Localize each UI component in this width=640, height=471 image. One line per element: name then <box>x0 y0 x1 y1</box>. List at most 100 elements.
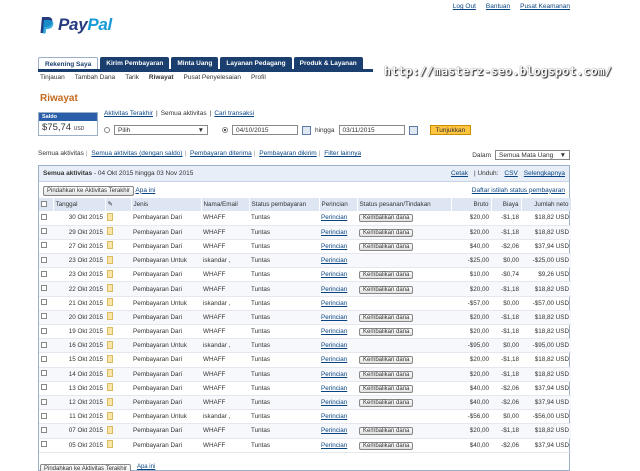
refund-button[interactable]: Kembalikan dana <box>359 370 414 379</box>
type-select[interactable]: Pilih ▼ <box>114 125 208 135</box>
refund-button[interactable]: Kembalikan dana <box>359 399 414 408</box>
detail-link[interactable]: Perincian <box>321 257 347 264</box>
date-from-input[interactable]: 04/10/2015 <box>232 125 298 135</box>
row-checkbox[interactable] <box>41 341 47 348</box>
subnav-resolution-center[interactable]: Pusat Penyelesaian <box>184 74 241 81</box>
table-row[interactable]: 07 Okt 2015 Pembayaran Dari WHAFF Tuntas Per… <box>39 423 571 439</box>
detail-link[interactable]: Perincian <box>321 328 347 335</box>
move-to-recent-button[interactable]: Pindahkan ke Aktivitas Terakhir <box>43 185 134 196</box>
detail-link[interactable]: Perincian <box>321 300 347 307</box>
row-checkbox[interactable] <box>41 285 47 292</box>
refund-button[interactable]: Kembalikan dana <box>359 313 414 322</box>
table-row[interactable]: 27 Okt 2015 Pembayaran Dari WHAFF Tuntas Per… <box>39 239 571 255</box>
table-row[interactable]: 11 Okt 2015 Pembayaran Untuk iskandar , Tun… <box>39 409 571 425</box>
row-checkbox[interactable] <box>41 299 47 306</box>
detail-link[interactable]: Perincian <box>321 399 347 406</box>
refund-button[interactable]: Kembalikan dana <box>359 285 414 294</box>
row-checkbox[interactable] <box>41 270 47 277</box>
section-all-balance[interactable]: Semua aktivitas (dengan saldo) <box>91 150 182 157</box>
tab-send-payment[interactable]: Kirim Pembayaran <box>100 57 170 69</box>
security-center-link[interactable]: Pusat Keamanan <box>520 3 570 10</box>
row-checkbox[interactable] <box>41 398 47 405</box>
refund-button[interactable]: Kembalikan dana <box>359 271 414 280</box>
table-row[interactable]: 14 Okt 2015 Pembayaran Dari WHAFF Tuntas Per… <box>39 367 571 382</box>
row-checkbox[interactable] <box>41 228 47 235</box>
table-row[interactable]: 23 Okt 2015 Pembayaran Dari WHAFF Tuntas Per… <box>39 267 571 283</box>
detail-link[interactable]: Perincian <box>321 243 347 250</box>
section-received[interactable]: Pembayaran diterima <box>190 150 252 157</box>
tab-merchant-services[interactable]: Layanan Pedagang <box>220 57 292 69</box>
refund-button[interactable]: Kembalikan dana <box>359 242 414 251</box>
detail-link[interactable]: Perincian <box>321 385 347 392</box>
refund-button[interactable]: Kembalikan dana <box>359 427 414 436</box>
col-date[interactable]: Tanggal <box>53 198 106 211</box>
row-checkbox[interactable] <box>41 327 47 334</box>
detail-link[interactable]: Perincian <box>321 229 347 236</box>
radio-type[interactable] <box>104 127 110 133</box>
refund-button[interactable]: Kembalikan dana <box>359 228 414 237</box>
date-to-input[interactable]: 03/11/2015 <box>338 125 405 135</box>
row-checkbox[interactable] <box>41 426 47 433</box>
refund-button[interactable]: Kembalikan dana <box>359 328 414 337</box>
section-more-filters[interactable]: Filter lainnya <box>324 150 361 157</box>
subnav-overview[interactable]: Tinjauan <box>40 74 65 81</box>
detail-link[interactable]: Perincian <box>321 442 347 449</box>
refund-button[interactable]: Kembalikan dana <box>359 441 414 450</box>
table-row[interactable]: 29 Okt 2015 Pembayaran Dari WHAFF Tuntas Per… <box>39 225 571 240</box>
print-link[interactable]: Cetak <box>451 170 468 177</box>
select-all-checkbox[interactable] <box>41 200 47 207</box>
detail-link[interactable]: Perincian <box>321 214 347 221</box>
detail-link[interactable]: Perincian <box>321 371 347 378</box>
detail-link[interactable]: Perincian <box>321 356 347 363</box>
calendar-icon[interactable] <box>302 125 311 135</box>
paypal-logo[interactable]: PayPal <box>40 15 112 35</box>
row-checkbox[interactable] <box>41 242 47 249</box>
table-row[interactable]: 15 Okt 2015 Pembayaran Dari WHAFF Tuntas Per… <box>39 352 571 368</box>
row-checkbox[interactable] <box>41 355 47 362</box>
table-row[interactable]: 22 Okt 2015 Pembayaran Dari WHAFF Tuntas Per… <box>39 281 571 297</box>
refund-button[interactable]: Kembalikan dana <box>359 214 414 223</box>
section-sent[interactable]: Pembayaran dikirim <box>259 150 316 157</box>
status-glossary-link[interactable]: Daftar istilah status pembayaran <box>472 187 565 194</box>
table-row[interactable]: 19 Okt 2015 Pembayaran Dari WHAFF Tuntas Per… <box>39 324 571 340</box>
refund-button[interactable]: Kembalikan dana <box>359 356 414 365</box>
table-row[interactable]: 21 Okt 2015 Pembayaran Untuk iskandar , Tun… <box>39 296 571 311</box>
move-to-recent-button-bottom[interactable]: Pindahkan ke Aktivitas Terakhir <box>40 464 131 471</box>
calendar-icon[interactable] <box>408 125 418 135</box>
show-button[interactable]: Tunjukkan <box>429 125 472 135</box>
row-checkbox[interactable] <box>41 412 47 419</box>
detail-link[interactable]: Perincian <box>321 413 347 420</box>
refund-button[interactable]: Kembalikan dana <box>359 384 414 393</box>
subnav-add-funds[interactable]: Tambah Dana <box>75 74 115 81</box>
all-activity-link[interactable]: Semua aktivitas <box>161 110 207 117</box>
what-is-this-link[interactable]: Apa ini <box>135 187 155 194</box>
subnav-withdraw[interactable]: Tarik <box>125 74 139 81</box>
tab-products-services[interactable]: Produk & Layanan <box>293 57 363 69</box>
section-all[interactable]: Semua aktivitas <box>38 150 84 157</box>
radio-date[interactable] <box>222 127 228 133</box>
table-row[interactable]: 16 Okt 2015 Pembayaran Untuk iskandar , Tun… <box>39 338 571 354</box>
table-row[interactable]: 12 Okt 2015 Pembayaran Dari WHAFF Tuntas Per… <box>39 395 571 411</box>
detail-link[interactable]: Perincian <box>321 427 347 434</box>
table-row[interactable]: 30 Okt 2015 Pembayaran Dari WHAFF Tuntas Per… <box>39 211 571 226</box>
detail-link[interactable]: Perincian <box>321 314 347 321</box>
table-row[interactable]: 20 Okt 2015 Pembayaran Dari WHAFF Tuntas Per… <box>39 310 571 326</box>
help-link[interactable]: Bantuan <box>486 3 510 10</box>
table-row[interactable]: 13 Okt 2015 Pembayaran Dari WHAFF Tuntas Per… <box>39 381 571 396</box>
table-row[interactable]: 23 Okt 2015 Pembayaran Untuk iskandar , Tun… <box>39 253 571 269</box>
detail-link[interactable]: Perincian <box>321 271 347 278</box>
row-checkbox[interactable] <box>41 384 47 391</box>
search-transaction-link[interactable]: Cari transaksi <box>214 110 254 117</box>
subnav-profile[interactable]: Profil <box>251 74 266 81</box>
subnav-history[interactable]: Riwayat <box>149 74 174 81</box>
recent-activity-link[interactable]: Aktivitas Terakhir <box>104 110 153 117</box>
row-checkbox[interactable] <box>41 256 47 263</box>
what-is-this-link-bottom[interactable]: Apa ini <box>137 464 155 471</box>
detail-link[interactable]: Perincian <box>321 342 347 349</box>
logout-link[interactable]: Log Out <box>453 3 476 10</box>
currency-select[interactable]: Semua Mata Uang ▼ <box>495 150 570 160</box>
csv-link[interactable]: CSV <box>504 170 517 177</box>
row-checkbox[interactable] <box>41 441 47 448</box>
tab-request-money[interactable]: Minta Uang <box>171 57 219 69</box>
table-row[interactable]: 05 Okt 2015 Pembayaran Dari WHAFF Tuntas Per… <box>39 438 571 453</box>
